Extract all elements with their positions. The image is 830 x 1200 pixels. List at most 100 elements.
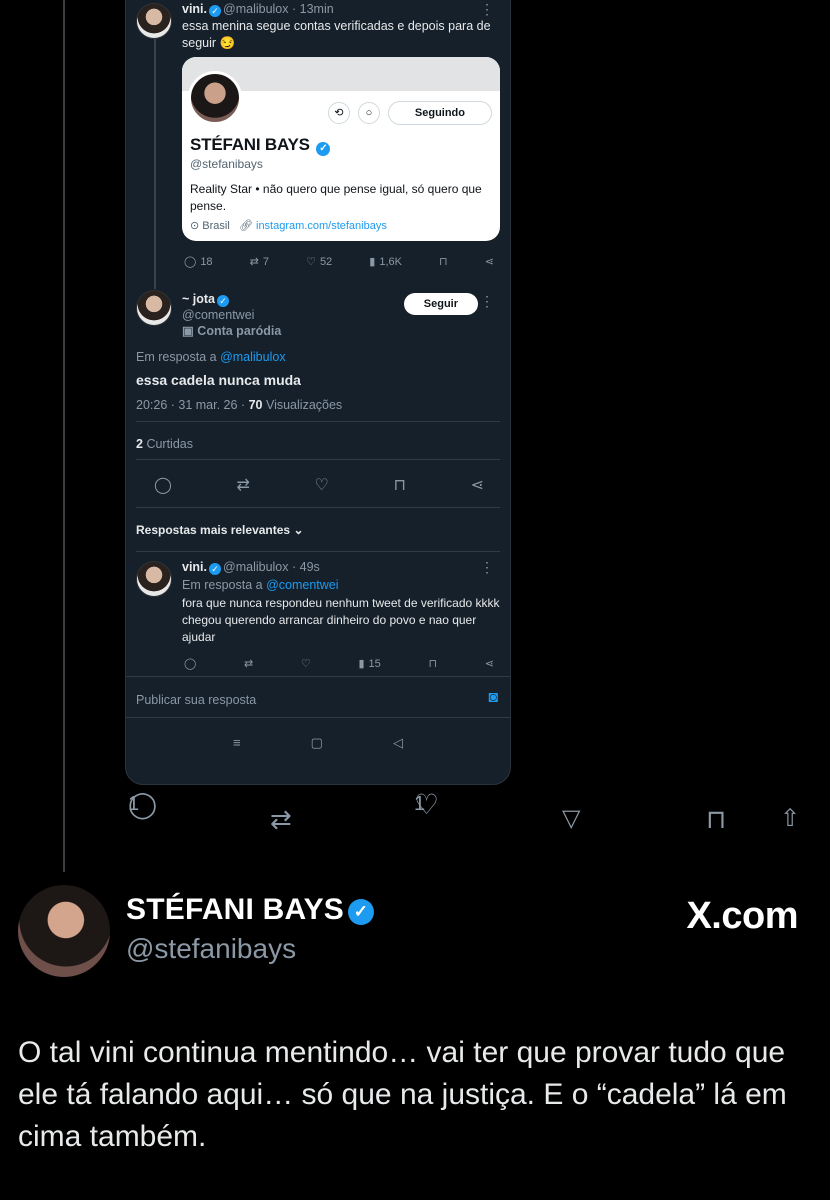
- bookmark-icon[interactable]: ⊓: [393, 475, 405, 495]
- bookmark-icon[interactable]: ⊓: [706, 804, 726, 835]
- divider: [136, 421, 500, 422]
- share-icon: ⋖: [484, 256, 494, 268]
- likes-summary[interactable]: 2 Curtidas: [136, 436, 193, 453]
- profile-name-text: STÉFANI BAYS: [190, 135, 310, 154]
- views-count: 1,6K: [379, 255, 402, 268]
- tweet-text: fora que nunca respondeu nenhum tweet de…: [182, 596, 500, 644]
- share-icon[interactable]: ⋖: [471, 475, 484, 495]
- author-name[interactable]: vini.: [182, 2, 207, 16]
- retweet-icon[interactable]: ⇄: [237, 475, 250, 495]
- subscribe-icon[interactable]: ⟲: [327, 102, 350, 124]
- tweet-header: ~ jota ✓: [182, 291, 231, 308]
- like-count: 52: [319, 255, 333, 268]
- camera-icon[interactable]: ◙: [488, 689, 498, 707]
- verified-icon: ✓: [316, 142, 331, 156]
- more-icon[interactable]: ⋮: [480, 293, 494, 310]
- system-nav-bar: ≡ ▢ ◁: [126, 735, 510, 751]
- timestamp-text: 20:26 · 31 mar. 26 ·: [136, 398, 246, 412]
- heart-icon[interactable]: ♡: [301, 657, 311, 670]
- share-icon[interactable]: ⋖: [485, 657, 494, 670]
- divider: [136, 507, 500, 508]
- reply-handle[interactable]: @malibulox: [220, 350, 286, 364]
- avatar[interactable]: [136, 3, 172, 39]
- verified-icon: ✓: [209, 563, 222, 575]
- reply-icon[interactable]: ◯: [154, 475, 172, 495]
- author-name[interactable]: vini.: [182, 560, 207, 574]
- tweet-text: essa menina segue contas verificadas e d…: [182, 19, 491, 50]
- chevron-down-icon: ⌄: [293, 523, 304, 537]
- reply-count: 1: [128, 792, 140, 815]
- main-tweet-actions: ◯ ⇄ ♡ ⊓ ⋖: [154, 475, 484, 495]
- divider: [126, 676, 510, 677]
- share-action[interactable]: ⋖: [485, 255, 494, 268]
- share-icon[interactable]: ⇧: [780, 804, 800, 833]
- heart-icon[interactable]: ♡: [315, 475, 329, 495]
- avatar[interactable]: [136, 290, 172, 326]
- message-icon[interactable]: ○: [357, 102, 380, 124]
- more-icon[interactable]: ⋮: [480, 559, 494, 576]
- author-avatar[interactable]: [18, 885, 110, 977]
- author-handle[interactable]: @malibulox: [223, 2, 289, 16]
- sort-dropdown[interactable]: Respostas mais relevantes ⌄: [136, 522, 304, 539]
- author-handle[interactable]: @stefanibays: [126, 933, 296, 965]
- thread-line: [63, 0, 65, 872]
- bookmark-icon[interactable]: ⊓: [428, 657, 437, 670]
- profile-avatar: [188, 71, 242, 125]
- sort-label: Respostas mais relevantes: [136, 523, 291, 537]
- views-icon: ▮: [369, 256, 376, 268]
- following-button[interactable]: Seguindo: [387, 101, 492, 125]
- divider: [136, 459, 500, 460]
- profile-handle: @stefanibays: [190, 157, 263, 171]
- outer-tweet-actions: ◯ 1 ⇄ ♡ 1 ▽ ⊓ ⇧: [0, 789, 830, 840]
- tweet-text: O tal vini continua mentindo… vai ter qu…: [18, 1036, 787, 1153]
- divider: [136, 551, 500, 552]
- parody-label: ▣ Conta paródia: [182, 323, 281, 340]
- home-icon[interactable]: ▢: [311, 735, 323, 751]
- tweet-time: · 49s: [292, 560, 320, 574]
- menu-icon[interactable]: ≡: [233, 735, 241, 751]
- author-name[interactable]: ~ jota: [182, 292, 215, 306]
- parody-icon: ▣: [182, 324, 194, 338]
- retweet-count: 7: [262, 255, 269, 268]
- profile-link[interactable]: instagram.com/stefanibays: [256, 220, 387, 232]
- tweet-header: vini. ✓ @malibulox · 13min: [182, 1, 334, 18]
- views-label: Visualizações: [265, 398, 343, 412]
- profile-card[interactable]: ⟲ ○ Seguindo STÉFANI BAYS ✓ @stefanibays…: [182, 57, 500, 241]
- tweet-timestamp: 20:26 · 31 mar. 26 · 70 Visualizações: [136, 397, 342, 414]
- author-handle[interactable]: @malibulox: [223, 560, 289, 574]
- bookmark-action[interactable]: ⊓: [439, 255, 448, 268]
- retweet-icon[interactable]: ⇄: [244, 657, 253, 670]
- profile-name: STÉFANI BAYS ✓: [190, 135, 332, 156]
- reply-input[interactable]: Publicar sua resposta: [136, 692, 256, 709]
- more-icon[interactable]: ⋮: [480, 1, 494, 18]
- likes-label: Curtidas: [146, 437, 193, 451]
- author-handle[interactable]: @comentwei: [182, 307, 254, 324]
- embedded-screenshot: vini. ✓ @malibulox · 13min ⋮ essa menina s…: [125, 0, 511, 785]
- heart-icon: ♡: [306, 256, 316, 268]
- views-action[interactable]: ▮ 15: [358, 657, 380, 671]
- follow-button[interactable]: Seguir: [403, 293, 478, 315]
- like-count: 1: [414, 792, 426, 815]
- reply-handle[interactable]: @comentwei: [266, 578, 338, 592]
- retweet-icon: ⇄: [249, 256, 259, 268]
- views-icon: ▮: [358, 658, 365, 670]
- tweet-text: essa cadela nunca muda: [136, 372, 301, 388]
- link-icon: 🔗︎: [238, 220, 253, 232]
- like-action[interactable]: ♡ 52: [306, 255, 333, 269]
- dislike-icon[interactable]: ▽: [562, 804, 580, 833]
- back-icon[interactable]: ◁: [393, 735, 403, 751]
- reply-action[interactable]: ◯ 18: [184, 255, 213, 269]
- avatar[interactable]: [136, 561, 172, 597]
- reply-icon[interactable]: ◯: [184, 657, 196, 670]
- author-name-text: STÉFANI BAYS: [126, 893, 345, 926]
- verified-icon: ✓: [217, 295, 229, 307]
- retweet-icon[interactable]: ⇄: [270, 804, 292, 835]
- views-action[interactable]: ▮ 1,6K: [369, 255, 402, 269]
- parody-text: Conta paródia: [197, 324, 282, 338]
- bookmark-icon: ⊓: [439, 256, 448, 268]
- profile-bio: Reality Star • não quero que pense igual…: [190, 182, 482, 213]
- retweet-action[interactable]: ⇄ 7: [249, 255, 269, 269]
- verified-icon: ✓: [209, 5, 222, 17]
- author-name[interactable]: STÉFANI BAYS ✓: [126, 893, 375, 927]
- reply-icon: ◯: [184, 256, 197, 268]
